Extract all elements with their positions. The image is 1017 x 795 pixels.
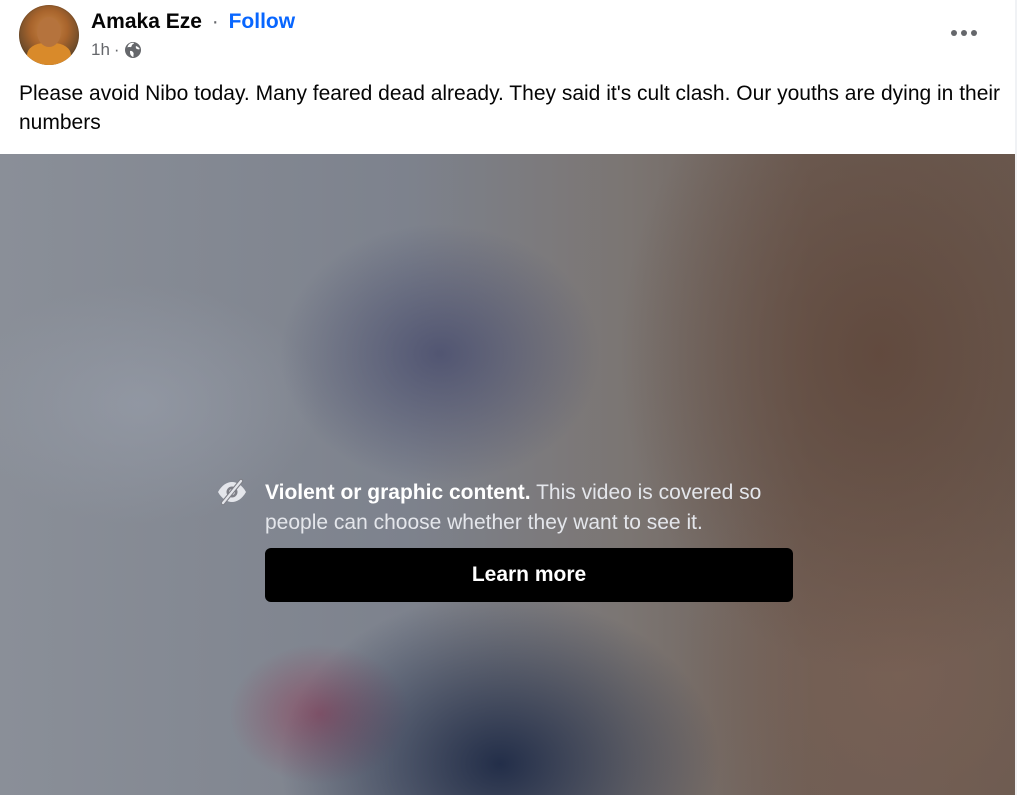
learn-more-button[interactable]: Learn more: [265, 548, 793, 602]
follow-link[interactable]: Follow: [229, 10, 296, 33]
avatar[interactable]: [19, 5, 79, 65]
avatar-face: [37, 17, 61, 47]
post-timestamp[interactable]: 1h: [91, 39, 110, 61]
warning-title: Violent or graphic content.: [265, 481, 531, 504]
meta-separator: ·: [113, 40, 120, 59]
post-meta: 1h ·: [91, 39, 142, 61]
hidden-eye-icon: [218, 478, 246, 506]
post-header: Amaka Eze · Follow 1h ·: [0, 0, 1015, 70]
name-separator: ·: [211, 10, 219, 33]
post-text: Please avoid Nibo today. Many feared dea…: [19, 82, 1001, 134]
more-options-icon: [951, 30, 977, 36]
author-name[interactable]: Amaka Eze: [91, 10, 202, 33]
post-card: Amaka Eze · Follow 1h · Please avoid Nib…: [0, 0, 1017, 795]
globe-icon[interactable]: [124, 41, 142, 59]
more-options-button[interactable]: [942, 15, 986, 51]
author-line: Amaka Eze · Follow: [91, 9, 295, 35]
covered-video[interactable]: Violent or graphic content. This video i…: [0, 154, 1015, 795]
warning-message: Violent or graphic content. This video i…: [265, 478, 795, 538]
